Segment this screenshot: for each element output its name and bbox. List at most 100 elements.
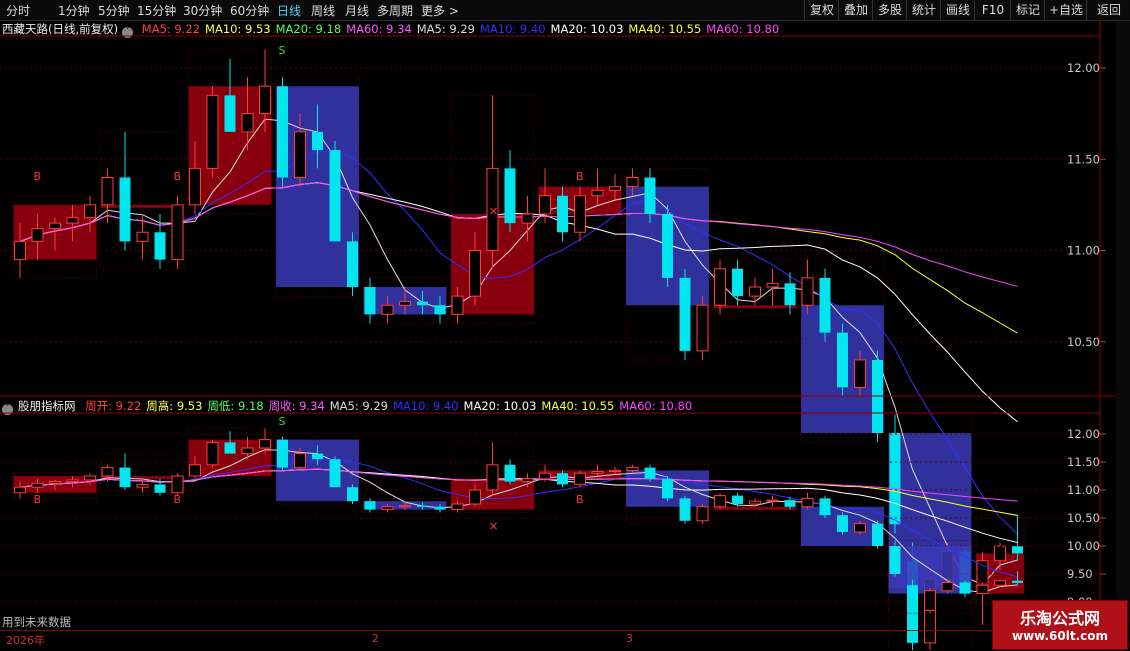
- main-candle-body: [66, 217, 79, 224]
- main-candle-body: [626, 177, 639, 188]
- sub-candle-body: [136, 483, 149, 488]
- sub-candle-body: [154, 484, 166, 493]
- sub-candle-body: [417, 505, 428, 507]
- main-candle-body: [644, 177, 656, 214]
- main-candle-body: [469, 250, 481, 297]
- sub-candle-body: [277, 439, 288, 468]
- sub-tick-label: 9.50: [1067, 567, 1093, 581]
- main-candle-body: [294, 131, 306, 178]
- main-candle-body: [347, 241, 358, 287]
- site-watermark: 乐淘公式网 www.60lt.com: [992, 600, 1128, 650]
- main-candle-body: [1012, 546, 1023, 554]
- sub-candle-body: [749, 500, 761, 505]
- main-candle-body: [136, 231, 149, 242]
- main-candle-body: [417, 301, 428, 306]
- main-candle-body: [171, 204, 184, 261]
- sub-candle-body: [171, 475, 184, 494]
- sub-tick-label: 10.50: [1067, 511, 1100, 525]
- main-candle-body: [837, 332, 848, 388]
- main-candle-body: [31, 228, 44, 242]
- main-candle-body: [591, 189, 604, 197]
- sub-candle-body: [119, 467, 131, 488]
- main-candle-body: [84, 204, 96, 219]
- main-tick-label: 10.50: [1067, 335, 1100, 349]
- sub-candle-body: [591, 471, 604, 474]
- main-candle-body: [364, 287, 376, 315]
- sub-candle-body: [889, 546, 901, 574]
- sub-candle-body: [662, 478, 673, 499]
- main-tick-label: 11.00: [1067, 244, 1100, 258]
- sub-candle-body: [924, 590, 936, 611]
- main-candle-body: [784, 283, 796, 306]
- sub-candle-body: [959, 582, 971, 594]
- sub-candle-body: [206, 441, 219, 466]
- main-candle-body: [662, 214, 673, 278]
- main-tick-label: 12.00: [1067, 61, 1100, 75]
- main-candle-body: [154, 232, 166, 260]
- main-candle-body: [819, 277, 831, 333]
- main-candle-body: [574, 195, 586, 233]
- watermark-url: www.60lt.com: [1011, 629, 1109, 643]
- main-buy-mark: B: [34, 170, 42, 183]
- sub-candle-body: [329, 459, 341, 488]
- sub-buy-mark: B: [576, 493, 584, 506]
- sub-candle-body: [504, 464, 516, 482]
- sub-candle-body: [539, 472, 551, 480]
- main-candle-body: [277, 86, 288, 178]
- sub-candle-body: [644, 467, 656, 479]
- sub-candle-body: [521, 478, 534, 483]
- sub-candle-body: [854, 523, 866, 533]
- future-data-note: 用到未来数据: [2, 615, 71, 629]
- main-cross-mark: ×: [489, 204, 499, 218]
- sub-tick-label: 10.00: [1067, 539, 1100, 553]
- sub-candle-body: [66, 479, 79, 483]
- sub-candle-body: [872, 523, 883, 546]
- time-axis: 2026年 2 3: [0, 630, 1000, 651]
- main-candle-body: [329, 150, 341, 242]
- sub-sell-mark: S: [279, 415, 286, 428]
- sub-candle-body: [241, 447, 254, 455]
- sub-candle-body: [312, 453, 323, 460]
- sub-candle-body: [907, 585, 918, 611]
- sub-candle-body: [189, 464, 201, 477]
- sub-candle-body: [399, 505, 411, 508]
- sub-candle-body: [941, 581, 954, 592]
- main-candle-body: [451, 295, 464, 315]
- sub-candle-body: [381, 506, 394, 511]
- sub-candle-body: [976, 584, 989, 595]
- main-candle-body: [714, 268, 726, 306]
- time-label-feb: 2: [372, 632, 379, 645]
- sub-candle-body: [714, 495, 726, 508]
- sub-candle-body: [49, 481, 61, 484]
- sub-candle-body: [294, 453, 306, 469]
- sub-candle-body: [84, 475, 96, 481]
- main-candle-body: [49, 222, 61, 230]
- main-candle-body: [609, 186, 621, 191]
- sub-candle-body: [101, 467, 114, 477]
- main-candle-body: [679, 277, 691, 351]
- main-candle-body: [259, 85, 271, 115]
- main-candle-body: [224, 95, 236, 132]
- main-candle-body: [381, 304, 394, 315]
- sub-candle-body: [486, 464, 499, 491]
- sub-candle-body: [14, 486, 26, 494]
- sub-candle-body: [994, 580, 1006, 586]
- time-label-year: 2026年: [6, 634, 45, 647]
- sub-cross-mark: ×: [489, 519, 499, 533]
- sub-tick-label: 11.00: [1067, 483, 1100, 497]
- main-candle-body: [801, 277, 814, 306]
- main-sell-mark: S: [279, 44, 286, 57]
- main-candle-body: [749, 286, 761, 297]
- right-side-strip: [1116, 22, 1130, 622]
- sub-tick-label: 12.00: [1067, 427, 1100, 441]
- sub-candle-body: [679, 498, 691, 521]
- sub-candle-body: [574, 472, 586, 485]
- main-candle-body: [399, 301, 411, 306]
- sub-candle-body: [434, 506, 446, 510]
- time-label-mar: 3: [626, 632, 633, 645]
- main-candle-body: [119, 177, 131, 242]
- main-candle-body: [206, 94, 219, 169]
- kline-chart[interactable]: 12.00 11.50 11.00 10.50 S B B B × 12.00 11.50 11.00…: [0, 0, 1116, 650]
- sub-candle-body: [259, 439, 271, 449]
- sub-candle-body: [1012, 580, 1023, 583]
